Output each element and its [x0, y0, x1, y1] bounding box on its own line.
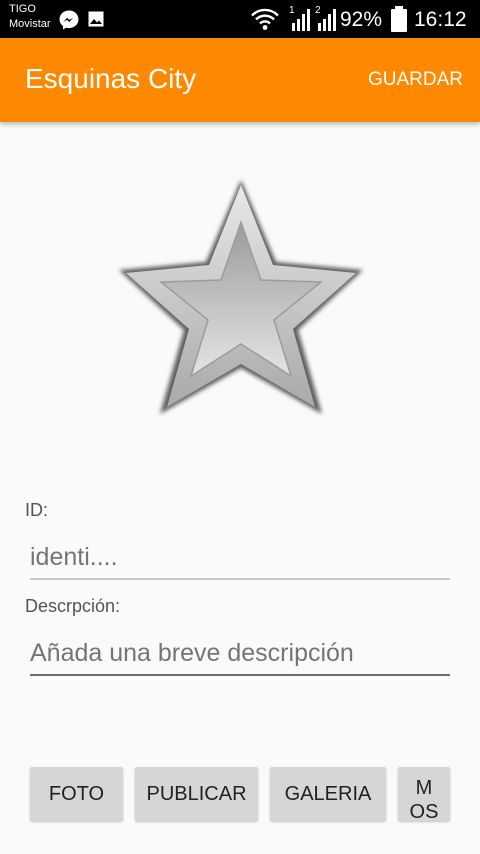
carrier-labels: TIGO Movistar — [9, 2, 51, 32]
app-bar: Esquinas City GUARDAR — [0, 38, 480, 122]
photo-button[interactable]: FOTO — [30, 767, 123, 821]
carrier-2: Movistar — [9, 18, 51, 30]
description-label: Descrpción: — [25, 596, 121, 616]
gallery-icon — [88, 11, 104, 27]
signal-icon — [318, 9, 336, 31]
star-icon[interactable] — [110, 170, 372, 422]
more-button[interactable]: M OS — [398, 767, 450, 821]
battery-icon — [391, 6, 407, 32]
wifi-icon — [251, 8, 279, 30]
publish-button[interactable]: PUBLICAR — [135, 767, 258, 821]
status-bar: TIGO Movistar 1 2 92% 16:12 — [0, 0, 480, 38]
carrier-1: TIGO — [9, 3, 36, 15]
more-button-label-line-2: OS — [409, 801, 439, 821]
messenger-icon — [59, 10, 79, 30]
battery-percent: 92% — [340, 8, 383, 31]
description-field[interactable]: Añada una breve descripción — [30, 632, 450, 676]
save-button[interactable]: GUARDAR — [368, 69, 463, 91]
signal-icon — [292, 9, 310, 31]
id-field[interactable]: identi.... — [30, 536, 450, 580]
id-label: ID: — [25, 500, 49, 520]
app-title: Esquinas City — [25, 63, 197, 94]
clock: 16:12 — [414, 8, 467, 31]
more-button-label-line-1: M — [415, 777, 433, 799]
gallery-button[interactable]: GALERIA — [270, 767, 386, 821]
